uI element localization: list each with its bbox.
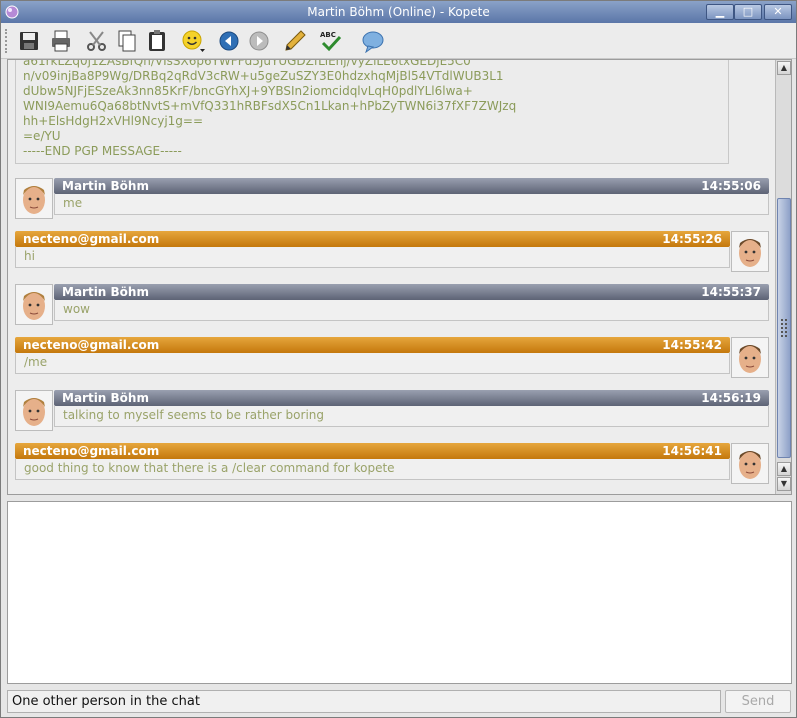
avatar: [731, 443, 769, 484]
message-text: talking to myself seems to be rather bor…: [54, 406, 769, 427]
chat-bubble-button[interactable]: [359, 27, 387, 55]
avatar-face-icon: [739, 344, 761, 373]
print-button[interactable]: [47, 27, 75, 55]
kopete-chat-window: Martin Böhm (Online) - Kopete ▁ □ ✕ ABC …: [0, 0, 797, 718]
save-icon: [20, 32, 38, 50]
title-bar[interactable]: Martin Böhm (Online) - Kopete ▁ □ ✕: [1, 1, 796, 23]
message-header: Martin Böhm 14:55:37: [54, 284, 769, 300]
cut-button[interactable]: [83, 27, 111, 55]
message-time: 14:56:19: [701, 391, 761, 405]
sender-name: Martin Böhm: [62, 391, 149, 405]
avatar: [731, 337, 769, 378]
cut-icon: [87, 31, 106, 51]
message-text: hi: [15, 247, 730, 268]
pgp-line: dUbw5NJFjESzeAk3nn85KrF/bncGYhXJ+9YBSIn2…: [23, 84, 473, 98]
spellcheck-icon: ABC: [320, 31, 342, 52]
avatar-face-icon: [739, 450, 761, 479]
svg-text:ABC: ABC: [320, 31, 336, 39]
message-text: wow: [54, 300, 769, 321]
sender-name: necteno@gmail.com: [23, 232, 160, 246]
pgp-line: WNI9Aemu6Qa68btNvtS+mVfQ331hRBFsdX5Cn1Lk…: [23, 99, 517, 113]
message-header: necteno@gmail.com 14:56:41: [15, 443, 730, 459]
message-header: Martin Böhm 14:56:19: [54, 390, 769, 406]
sender-name: Martin Böhm: [62, 285, 149, 299]
chat-message: necteno@gmail.com 14:56:41 good thing to…: [15, 443, 769, 484]
chat-message: necteno@gmail.com 14:55:42 /me: [15, 337, 769, 378]
scroll-down-arrow[interactable]: ▼: [777, 477, 791, 491]
message-time: 14:55:37: [701, 285, 761, 299]
avatar: [15, 178, 53, 219]
copy-icon: [118, 30, 136, 52]
avatar-face-icon: [23, 397, 45, 426]
sender-name: necteno@gmail.com: [23, 338, 160, 352]
copy-button[interactable]: [113, 27, 141, 55]
smiley-button[interactable]: [179, 27, 207, 55]
paste-icon: [149, 30, 165, 51]
avatar: [731, 231, 769, 272]
pgp-line: -----END PGP MESSAGE-----: [23, 144, 182, 158]
status-bar: One other person in the chat: [7, 690, 721, 713]
window-title: Martin Böhm (Online) - Kopete: [307, 5, 490, 19]
message-time: 14:56:41: [662, 444, 722, 458]
message-text: me: [54, 194, 769, 215]
pgp-line: n/v09injBa8P9Wg/DRBq2qRdV3cRW+u5geZuSZY3…: [23, 69, 504, 83]
scroll-grip-icon: [781, 319, 787, 337]
paste-button[interactable]: [143, 27, 171, 55]
toolbar-handle[interactable]: [5, 29, 9, 53]
chat-message: Martin Böhm 14:55:06 me: [15, 178, 769, 219]
chat-message: Martin Böhm 14:55:37 wow: [15, 284, 769, 325]
message-time: 14:55:26: [662, 232, 722, 246]
chat-history-view[interactable]: a61rkLZq0j1ZAsBfQn/VIsSX6p6YWFFd5JuYUGDZ…: [7, 59, 792, 495]
chat-scrollbar[interactable]: ▲ ▲ ▼: [775, 60, 791, 494]
pgp-line: a61rkLZq0j1ZAsBfQn/VIsSX6p6YWFFd5JuYUGDZ…: [23, 59, 471, 68]
toolbar: ABC: [1, 23, 796, 59]
smiley-icon: [182, 30, 205, 52]
message-header: Martin Böhm 14:55:06: [54, 178, 769, 194]
pencil-icon: [285, 30, 306, 51]
avatar-face-icon: [23, 291, 45, 320]
avatar: [15, 284, 53, 325]
message-time: 14:55:42: [662, 338, 722, 352]
pencil-button[interactable]: [281, 27, 309, 55]
forward-button[interactable]: [245, 27, 273, 55]
minimize-button[interactable]: ▁: [706, 4, 734, 20]
forward-icon: [249, 31, 269, 51]
message-text: good thing to know that there is a /clea…: [15, 459, 730, 480]
avatar: [15, 390, 53, 431]
back-icon: [219, 31, 239, 51]
send-button[interactable]: Send: [725, 690, 791, 713]
spellcheck-button[interactable]: ABC: [317, 27, 345, 55]
message-time: 14:55:06: [701, 179, 761, 193]
pgp-line: =e/YU: [23, 129, 61, 143]
pgp-line: hh+ElsHdgH2xVHl9Ncyj1g==: [23, 114, 204, 128]
message-header: necteno@gmail.com 14:55:26: [15, 231, 730, 247]
pgp-message-block: a61rkLZq0j1ZAsBfQn/VIsSX6p6YWFFd5JuYUGDZ…: [15, 59, 729, 164]
maximize-button[interactable]: □: [734, 4, 762, 20]
scroll-up-arrow[interactable]: ▲: [777, 61, 791, 75]
avatar-face-icon: [23, 185, 45, 214]
close-button[interactable]: ✕: [764, 4, 792, 20]
scroll-up-arrow-lower[interactable]: ▲: [777, 462, 791, 476]
save-button[interactable]: [15, 27, 43, 55]
back-button[interactable]: [215, 27, 243, 55]
message-header: necteno@gmail.com 14:55:42: [15, 337, 730, 353]
chat-message: necteno@gmail.com 14:55:26 hi: [15, 231, 769, 272]
avatar-face-icon: [739, 238, 761, 267]
message-text: /me: [15, 353, 730, 374]
chat-bubble-icon: [362, 31, 384, 53]
print-icon: [52, 30, 70, 52]
message-input[interactable]: [7, 501, 792, 684]
sender-name: necteno@gmail.com: [23, 444, 160, 458]
sender-name: Martin Böhm: [62, 179, 149, 193]
scroll-thumb[interactable]: [777, 198, 791, 458]
chat-message: Martin Böhm 14:56:19 talking to myself s…: [15, 390, 769, 431]
